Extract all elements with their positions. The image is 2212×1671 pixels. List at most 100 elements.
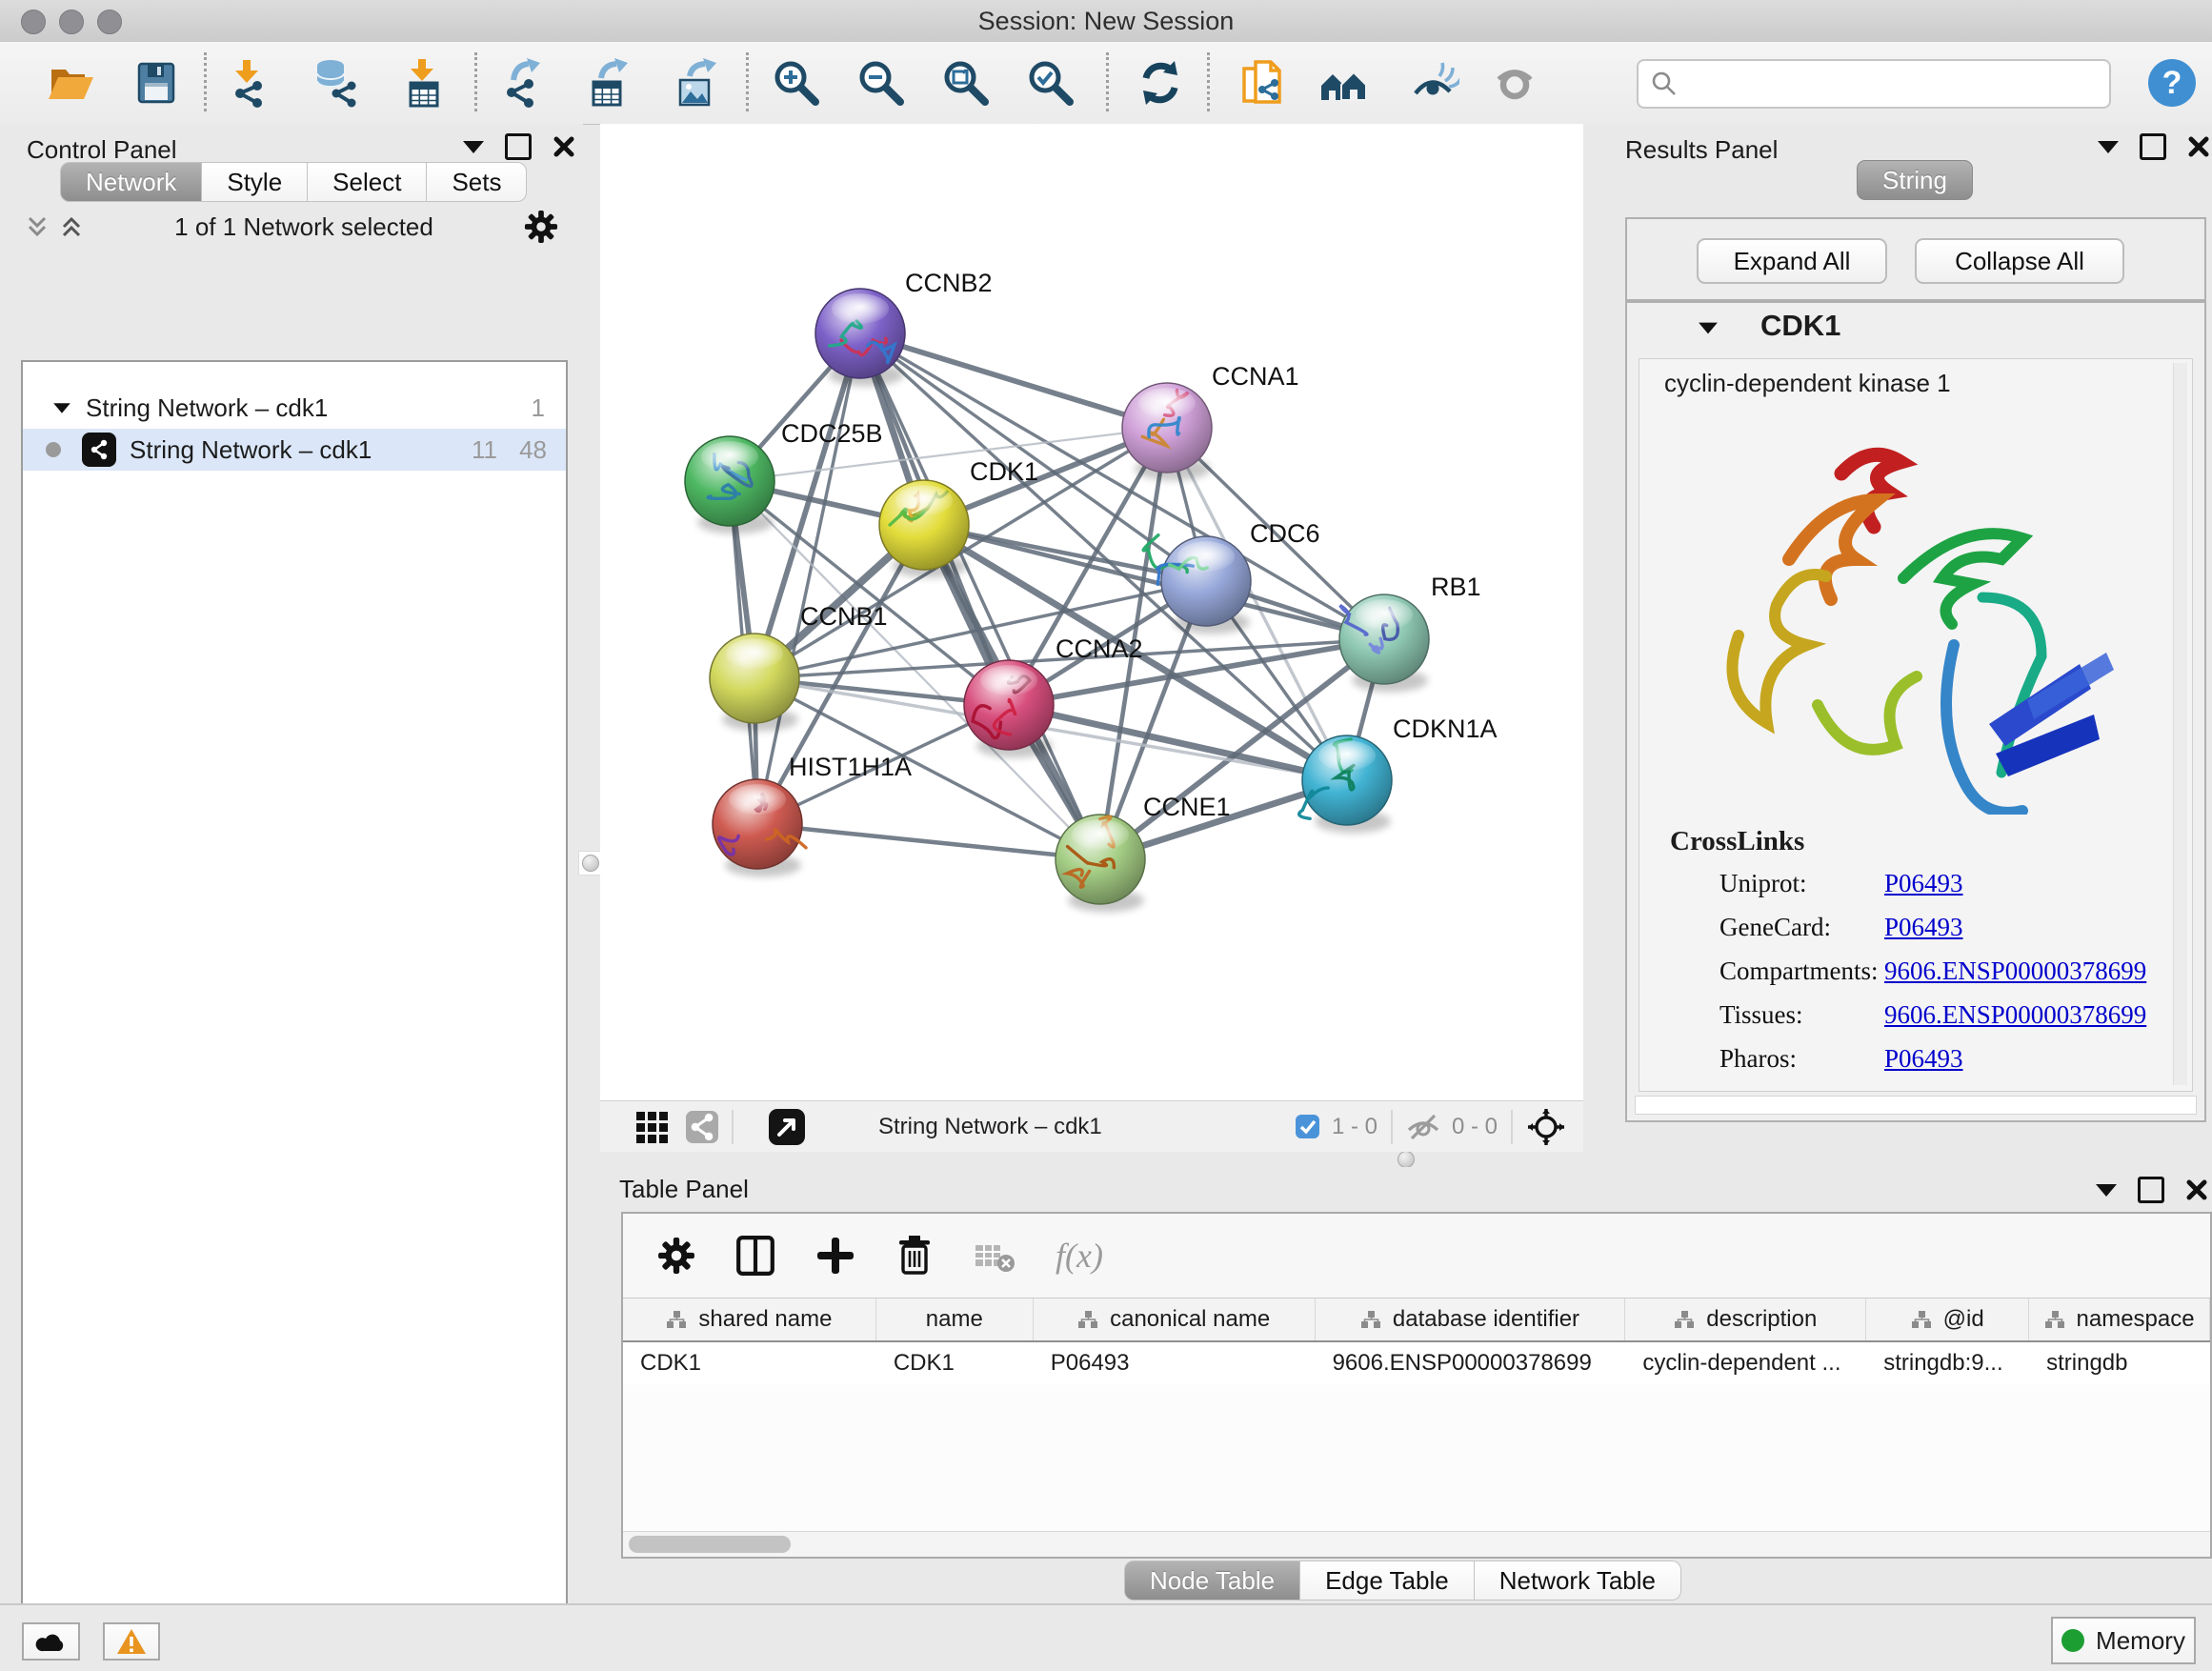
edge-CCNB2-CCNA1[interactable] (860, 333, 1167, 428)
table-row[interactable]: CDK1CDK1P064939606.ENSP00000378699cyclin… (623, 1342, 2210, 1384)
column-header-canonical-name[interactable]: canonical name (1034, 1299, 1316, 1340)
function-builder-icon[interactable]: f(x) (1056, 1236, 1103, 1276)
import-table-icon (397, 57, 449, 109)
network-collection-row[interactable]: String Network – cdk1 1 (23, 387, 566, 429)
collapse-all-button[interactable]: Collapse All (1915, 238, 2124, 284)
export-network-button[interactable] (495, 56, 549, 110)
selected-checkbox-icon[interactable] (1295, 1114, 1320, 1139)
tab-edge-table[interactable]: Edge Table (1300, 1560, 1475, 1601)
memory-label: Memory (2096, 1626, 2185, 1656)
close-panel-icon[interactable] (2187, 135, 2210, 158)
panel-menu-icon[interactable] (2098, 141, 2119, 153)
table-panel-buttons (2096, 1177, 2208, 1203)
window-title: Session: New Session (0, 0, 2212, 42)
column-header-namespace[interactable]: namespace (2029, 1299, 2210, 1340)
gene-expander-icon[interactable] (1698, 322, 1719, 334)
import-network-button[interactable] (220, 56, 273, 110)
crosslink-link[interactable]: P06493 (1884, 1044, 1963, 1074)
import-database-button[interactable] (307, 56, 360, 110)
first-neighbors-button[interactable] (1317, 56, 1370, 110)
selected-ratio: 1 - 0 (1332, 1114, 1377, 1140)
table-hscrollbar-thumb[interactable] (629, 1536, 791, 1553)
zoom-fit-button[interactable] (939, 56, 993, 110)
node-hist1h1a[interactable] (713, 779, 806, 869)
tab-select[interactable]: Select (308, 162, 427, 202)
close-panel-icon[interactable] (2185, 1178, 2208, 1201)
node-ccne1[interactable] (1056, 815, 1145, 904)
expand-all-icon[interactable] (59, 214, 84, 239)
add-column-icon[interactable] (815, 1236, 855, 1276)
results-scrollbar[interactable] (2173, 363, 2187, 1085)
open-session-button[interactable] (44, 56, 97, 110)
save-session-button[interactable] (130, 56, 183, 110)
bottom-splitter-handle[interactable] (1398, 1151, 1415, 1168)
column-header-description[interactable]: description (1625, 1299, 1866, 1340)
crosslink-link[interactable]: P06493 (1884, 913, 1963, 942)
tab-node-table[interactable]: Node Table (1124, 1560, 1300, 1601)
show-columns-icon[interactable] (735, 1235, 775, 1277)
edge-HIST1H1A-CCNE1[interactable] (757, 824, 1100, 859)
results-hscrollbar[interactable] (1635, 1096, 2197, 1115)
zoom-out-button[interactable] (855, 56, 908, 110)
cloud-button[interactable] (22, 1622, 80, 1661)
network-graph[interactable]: CCNB2CCNA1CDC25BCDK1CDC6RB1CCNB1CCNA2CDK… (600, 124, 1583, 1100)
table-settings-gear-icon[interactable] (657, 1237, 695, 1275)
table-hscrollbar[interactable] (623, 1531, 2210, 1557)
close-panel-icon[interactable] (553, 135, 575, 158)
tab-sets[interactable]: Sets (427, 162, 527, 202)
crosslink-link[interactable]: 9606.ENSP00000378699 (1884, 1000, 2146, 1030)
search-field[interactable] (1637, 59, 2111, 109)
column-header-name[interactable]: name (876, 1299, 1034, 1340)
edge-CCNB2-HIST1H1A[interactable] (757, 333, 860, 824)
apply-layout-button[interactable] (1134, 56, 1187, 110)
column-header--id[interactable]: @id (1866, 1299, 2029, 1340)
tab-string[interactable]: String (1857, 160, 1973, 200)
cytoscape-window: Session: New Session (0, 0, 2212, 1671)
node-rb1[interactable] (1339, 594, 1429, 684)
delete-column-icon[interactable] (895, 1235, 934, 1277)
float-panel-icon[interactable] (505, 133, 532, 160)
tab-style[interactable]: Style (202, 162, 308, 202)
delete-table-icon[interactable] (974, 1238, 1016, 1274)
show-all-button[interactable] (1488, 56, 1541, 110)
node-cdc25b[interactable] (685, 436, 774, 526)
node-ccnb1[interactable] (710, 634, 799, 723)
float-panel-icon[interactable] (2140, 133, 2166, 160)
collection-expand-icon[interactable] (53, 403, 70, 413)
crosslink-link[interactable]: 9606.ENSP00000378699 (1884, 956, 2146, 986)
network-canvas[interactable]: CCNB2CCNA1CDC25BCDK1CDC6RB1CCNB1CCNA2CDK… (600, 124, 1583, 1100)
expand-all-button[interactable]: Expand All (1697, 238, 1887, 284)
network-row-selected[interactable]: String Network – cdk1 11 48 (23, 429, 566, 471)
node-ccna1[interactable] (1122, 383, 1212, 473)
panel-menu-icon[interactable] (2096, 1184, 2117, 1197)
collection-count: 1 (532, 393, 545, 423)
export-image-button[interactable] (668, 56, 721, 110)
node-cdk1[interactable] (879, 480, 969, 570)
column-header-shared-name[interactable]: shared name (623, 1299, 876, 1340)
import-table-button[interactable] (396, 56, 450, 110)
tab-network-table[interactable]: Network Table (1475, 1560, 1681, 1601)
export-table-button[interactable] (581, 56, 634, 110)
grid-view-icon[interactable] (634, 1110, 669, 1144)
gear-icon[interactable] (524, 210, 558, 244)
column-header-database-identifier[interactable]: database identifier (1316, 1299, 1626, 1340)
crosslink-link[interactable]: P06493 (1884, 869, 1963, 898)
node-ccna2[interactable] (964, 660, 1054, 750)
panel-menu-icon[interactable] (463, 141, 484, 153)
search-input[interactable] (1686, 70, 2101, 98)
tab-network[interactable]: Network (60, 162, 202, 202)
zoom-selected-button[interactable] (1024, 56, 1077, 110)
open-in-window-icon[interactable] (768, 1108, 806, 1146)
collapse-all-icon[interactable] (25, 214, 50, 239)
warnings-button[interactable] (103, 1622, 160, 1661)
float-panel-icon[interactable] (2138, 1177, 2164, 1203)
hide-selected-button[interactable] (1407, 56, 1460, 110)
share-view-icon[interactable] (686, 1111, 718, 1143)
birds-eye-icon[interactable] (1526, 1107, 1566, 1147)
memory-button[interactable]: Memory (2051, 1617, 2196, 1664)
node-ccnb2[interactable] (815, 289, 905, 378)
zoom-in-button[interactable] (770, 56, 823, 110)
network-from-file-button[interactable] (1236, 56, 1289, 110)
hidden-eye-icon[interactable] (1406, 1113, 1440, 1141)
help-button[interactable]: ? (2145, 56, 2199, 110)
